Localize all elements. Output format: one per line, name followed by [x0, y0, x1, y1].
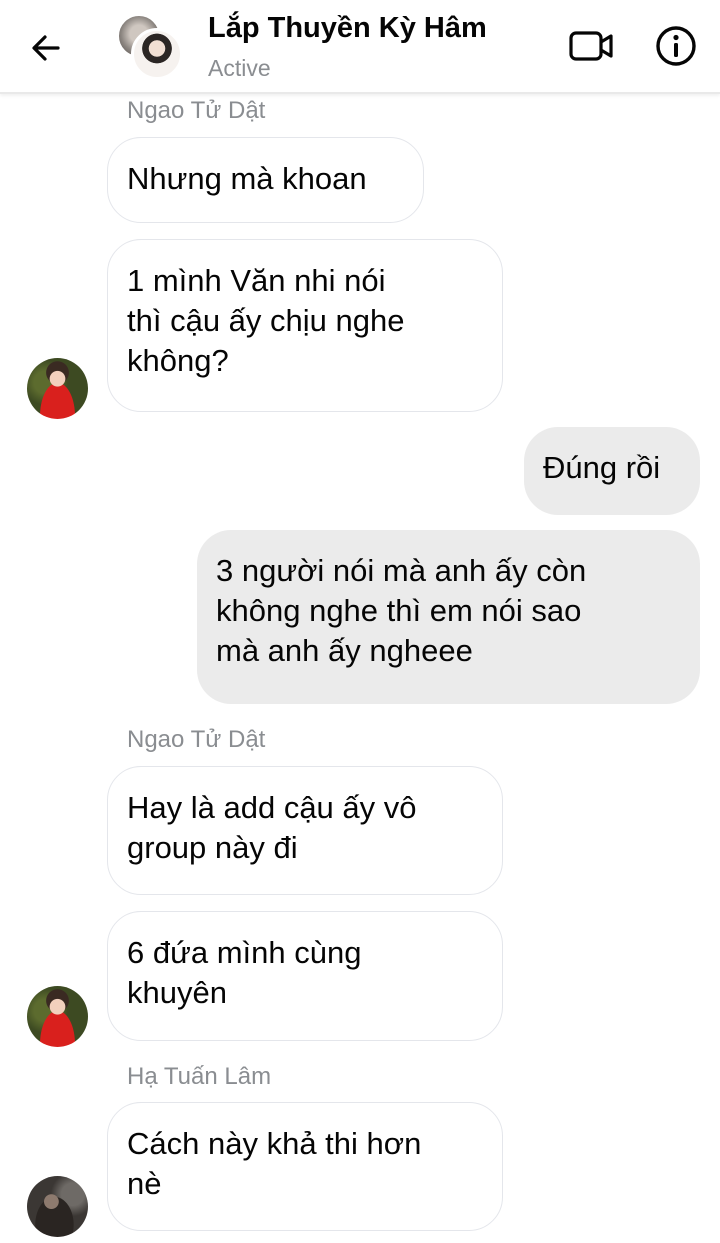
message-text: không? [127, 343, 229, 378]
message-bubble[interactable]: Cách này khả thi hơn nè [107, 1102, 503, 1231]
message-text: không nghe thì em nói sao [216, 593, 582, 628]
message-text: 3 người nói mà anh ấy còn [216, 553, 587, 588]
message-bubble[interactable]: 6 đứa mình cùng khuyên [107, 911, 503, 1041]
message-bubble[interactable]: 1 mình Văn nhi nói thì cậu ấy chịu nghe … [107, 239, 503, 412]
message-text: Hay là add cậu ấy vô [127, 790, 417, 825]
message-text: nè [127, 1166, 162, 1201]
sender-name: Hạ Tuấn Lâm [127, 1063, 272, 1090]
sender-avatar[interactable] [27, 1176, 88, 1237]
message-bubble[interactable]: Đúng rồi [524, 427, 700, 515]
message-text: mà anh ấy ngheee [216, 633, 473, 668]
active-status: Active [208, 55, 271, 81]
back-button[interactable] [22, 24, 70, 72]
message-text: Nhưng mà khoan [127, 161, 367, 196]
sender-name: Ngao Tử Dật [127, 97, 266, 124]
sender-name: Ngao Tử Dật [127, 726, 266, 753]
message-text: khuyên [127, 975, 227, 1010]
sender-avatar[interactable] [27, 358, 88, 419]
conversation-title[interactable]: Lắp Thuyền Kỳ Hâm [208, 12, 487, 45]
video-call-icon [569, 31, 613, 61]
message-text: Cách này khả thi hơn [127, 1126, 422, 1161]
group-avatar[interactable] [115, 14, 183, 80]
message-text: 1 mình Văn nhi nói [127, 263, 386, 298]
message-text: 6 đứa mình cùng [127, 935, 362, 970]
chat-header: Lắp Thuyền Kỳ Hâm Active [0, 0, 720, 94]
member-avatar [131, 28, 183, 80]
message-text: group này đi [127, 830, 298, 865]
message-text: thì cậu ấy chịu nghe [127, 303, 405, 338]
message-text: Đúng rồi [543, 450, 661, 485]
message-bubble[interactable]: 3 người nói mà anh ấy còn không nghe thì… [197, 530, 700, 704]
message-bubble[interactable]: Nhưng mà khoan [107, 137, 424, 223]
video-call-button[interactable] [566, 24, 618, 68]
info-icon [656, 26, 696, 66]
info-button[interactable] [650, 20, 702, 72]
arrow-left-icon [32, 35, 60, 61]
sender-avatar[interactable] [27, 986, 88, 1047]
message-bubble[interactable]: Hay là add cậu ấy vô group này đi [107, 766, 503, 895]
